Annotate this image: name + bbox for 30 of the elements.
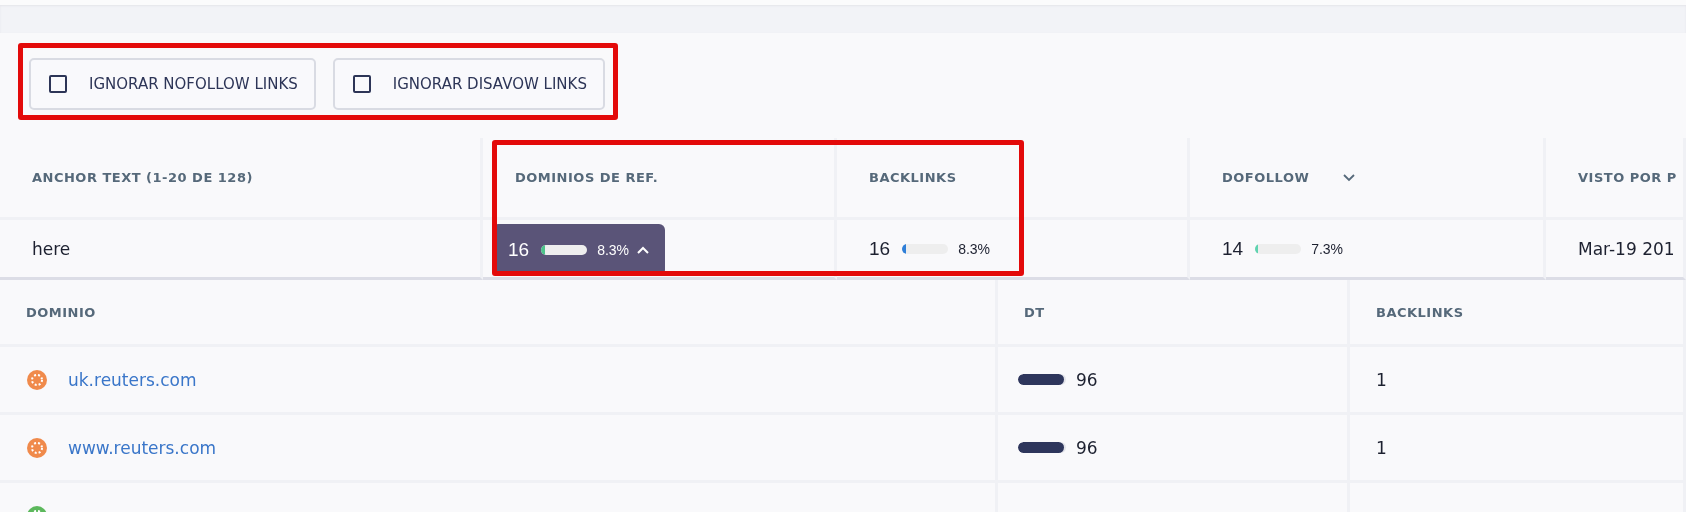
column-header[interactable]: BACKLINKS <box>1376 304 1464 320</box>
checkbox[interactable] <box>352 75 371 93</box>
column-header[interactable]: DOFOLLOW <box>1222 170 1310 185</box>
domain-link[interactable]: uk.reuters.com <box>68 369 197 390</box>
filter-toggle-button[interactable]: IGNORAR DISAVOW LINKS <box>332 58 605 110</box>
favicon-icon <box>26 436 48 459</box>
column-header[interactable]: DOMINIO <box>26 304 96 320</box>
column-header[interactable]: DT <box>1024 304 1045 320</box>
metric-percent: 8.3% <box>597 241 630 258</box>
metric-count: 14 <box>1222 237 1244 260</box>
column-header[interactable]: BACKLINKS <box>869 170 957 185</box>
chevron-down-icon[interactable] <box>1343 173 1356 182</box>
rating-value: 96 <box>1076 369 1098 390</box>
column-header[interactable]: DOMINIOS DE REF. <box>515 170 659 185</box>
metric-percent: 7.3% <box>1311 240 1344 257</box>
table-cell: Mar-19 201 <box>1578 238 1675 259</box>
metric-count: 16 <box>508 238 530 261</box>
metric-percent: 8.3% <box>958 240 991 257</box>
metric-count: 16 <box>869 237 891 260</box>
column-header[interactable]: VISTO POR P <box>1578 170 1677 185</box>
rating-value: 96 <box>1076 437 1098 458</box>
table-cell: 1 <box>1376 437 1387 458</box>
domain-link[interactable]: www.reuters.com <box>68 437 217 458</box>
chevron-up-icon <box>637 245 650 254</box>
table-cell: here <box>32 238 71 259</box>
favicon-icon <box>26 368 48 391</box>
checkbox[interactable] <box>49 75 67 93</box>
filter-toggle-button[interactable]: IGNORAR NOFOLLOW LINKS <box>29 58 316 110</box>
table-cell: 1 <box>1376 369 1387 390</box>
column-header[interactable]: ANCHOR TEXT (1-20 DE 128) <box>32 170 253 185</box>
